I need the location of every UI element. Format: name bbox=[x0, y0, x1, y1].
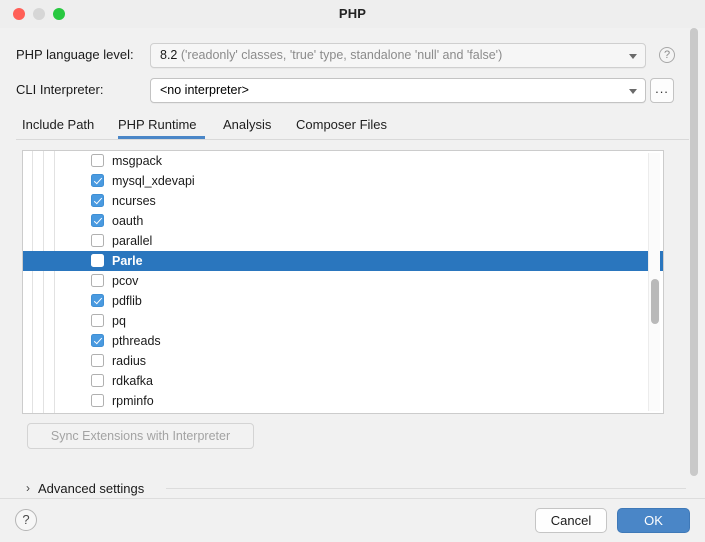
dialog-scrollbar-thumb[interactable] bbox=[690, 28, 698, 476]
tab-bar-divider bbox=[16, 139, 689, 140]
tab-php-runtime[interactable]: PHP Runtime bbox=[118, 112, 205, 139]
title-bar: PHP bbox=[0, 0, 705, 28]
chevron-down-icon bbox=[629, 54, 637, 59]
footer-bar: ? Cancel OK bbox=[0, 499, 705, 542]
extension-name: rpminfo bbox=[112, 394, 154, 408]
php-settings-dialog: PHP PHP language level: 8.2 ('readonly' … bbox=[0, 0, 705, 542]
extension-row[interactable]: pdflib bbox=[23, 291, 663, 311]
php-language-level-version: 8.2 bbox=[160, 48, 178, 62]
extension-checkbox[interactable] bbox=[91, 354, 104, 367]
extension-name: pq bbox=[112, 314, 126, 328]
extension-row[interactable]: pthreads bbox=[23, 331, 663, 351]
extension-checkbox[interactable] bbox=[91, 334, 104, 347]
extension-checkbox[interactable] bbox=[91, 234, 104, 247]
extension-row[interactable]: oauth bbox=[23, 211, 663, 231]
tab-analysis[interactable]: Analysis bbox=[223, 112, 278, 139]
extension-name: mysql_xdevapi bbox=[112, 174, 195, 188]
extension-checkbox[interactable] bbox=[91, 174, 104, 187]
cli-interpreter-browse-button[interactable]: ... bbox=[650, 78, 674, 103]
php-language-level-label: PHP language level: bbox=[16, 47, 134, 62]
cli-interpreter-label: CLI Interpreter: bbox=[16, 82, 104, 97]
chevron-right-icon: › bbox=[26, 481, 30, 495]
advanced-settings-divider bbox=[166, 488, 686, 489]
tab-composer-files[interactable]: Composer Files bbox=[296, 112, 394, 139]
cli-interpreter-select[interactable]: <no interpreter> bbox=[150, 78, 646, 103]
list-scrollbar-thumb[interactable] bbox=[651, 279, 659, 324]
sync-extensions-button[interactable]: Sync Extensions with Interpreter bbox=[27, 423, 254, 449]
php-language-level-select[interactable]: 8.2 ('readonly' classes, 'true' type, st… bbox=[150, 43, 646, 68]
extension-name: pcov bbox=[112, 274, 139, 288]
php-language-level-help-icon[interactable]: ? bbox=[659, 47, 675, 63]
extension-name: pthreads bbox=[112, 334, 161, 348]
help-icon[interactable]: ? bbox=[15, 509, 37, 531]
extension-rows: msgpack mysql_xdevapincurses oauth parallel… bbox=[23, 151, 663, 411]
extension-row[interactable]: pcov bbox=[23, 271, 663, 291]
chevron-down-icon bbox=[629, 89, 637, 94]
advanced-settings-toggle[interactable]: › Advanced settings bbox=[26, 479, 144, 497]
extension-name: parallel bbox=[112, 234, 153, 248]
extension-checkbox[interactable] bbox=[91, 274, 104, 287]
extension-row[interactable]: radius bbox=[23, 351, 663, 371]
ok-button[interactable]: OK bbox=[617, 508, 690, 533]
extension-checkbox[interactable] bbox=[91, 154, 104, 167]
extension-row[interactable]: ncurses bbox=[23, 191, 663, 211]
php-language-level-description: ('readonly' classes, 'true' type, standa… bbox=[180, 48, 503, 62]
extension-checkbox[interactable] bbox=[91, 194, 104, 207]
php-language-level-value: 8.2 ('readonly' classes, 'true' type, st… bbox=[160, 48, 617, 62]
cli-interpreter-row: CLI Interpreter: <no interpreter> bbox=[0, 78, 705, 104]
cancel-button[interactable]: Cancel bbox=[535, 508, 607, 533]
php-language-level-row: PHP language level: 8.2 ('readonly' clas… bbox=[0, 43, 705, 69]
extension-checkbox[interactable] bbox=[91, 394, 104, 407]
extension-row[interactable]: Parle bbox=[23, 251, 663, 271]
extension-row[interactable]: rpminfo bbox=[23, 391, 663, 411]
extension-checkbox[interactable] bbox=[91, 214, 104, 227]
extension-name: rdkafka bbox=[112, 374, 153, 388]
extension-name: pdflib bbox=[112, 294, 142, 308]
tab-bar: Include Path PHP Runtime Analysis Composer … bbox=[0, 112, 705, 141]
extension-name: Parle bbox=[112, 254, 143, 268]
tab-include-path[interactable]: Include Path bbox=[22, 112, 105, 139]
extension-checkbox[interactable] bbox=[91, 374, 104, 387]
extension-name: radius bbox=[112, 354, 147, 368]
extension-name: ncurses bbox=[112, 194, 156, 208]
extension-name: msgpack bbox=[112, 154, 163, 168]
extension-row[interactable]: msgpack bbox=[23, 151, 663, 171]
extension-row[interactable]: parallel bbox=[23, 231, 663, 251]
window-title: PHP bbox=[338, 6, 367, 21]
extension-checkbox[interactable] bbox=[91, 314, 104, 327]
extension-checkbox[interactable] bbox=[91, 254, 104, 267]
advanced-settings-label: Advanced settings bbox=[38, 480, 145, 496]
extension-row[interactable]: pq bbox=[23, 311, 663, 331]
extension-name: oauth bbox=[112, 214, 144, 228]
extension-row[interactable]: rdkafka bbox=[23, 371, 663, 391]
cli-interpreter-value: <no interpreter> bbox=[160, 83, 249, 97]
extension-row[interactable]: mysql_xdevapi bbox=[23, 171, 663, 191]
extension-checkbox[interactable] bbox=[91, 294, 104, 307]
php-extensions-list[interactable]: msgpack mysql_xdevapincurses oauth parallel… bbox=[22, 150, 664, 414]
